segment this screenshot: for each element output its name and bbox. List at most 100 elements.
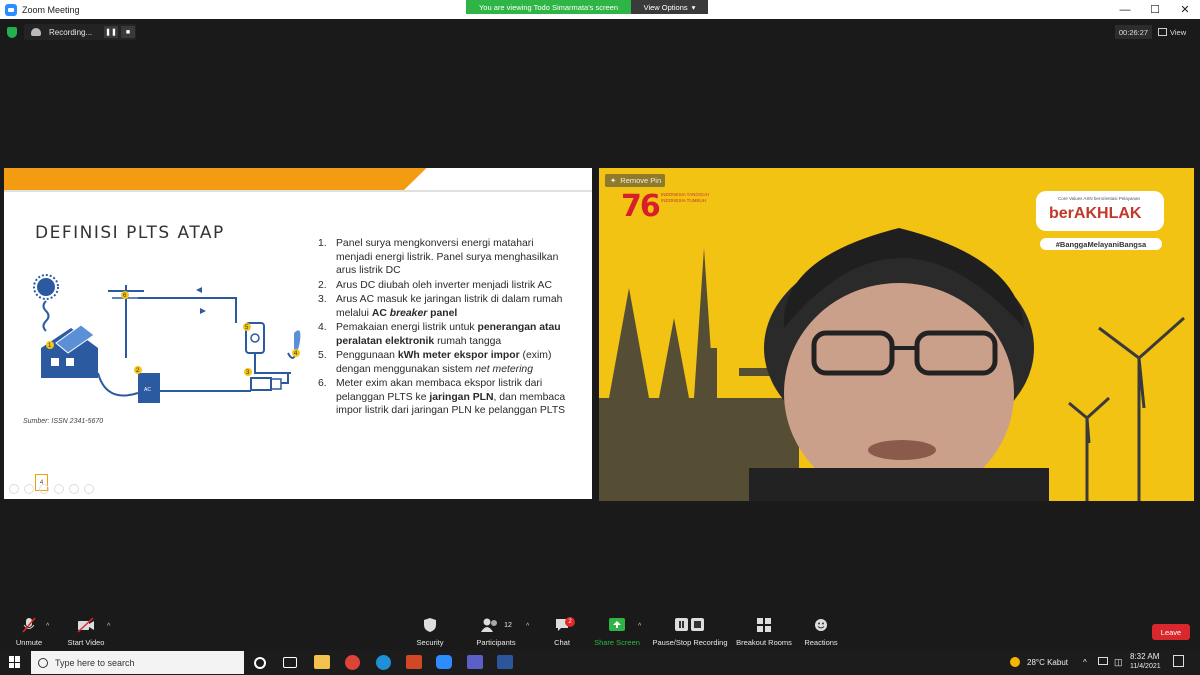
maximize-button[interactable]: ☐ bbox=[1140, 0, 1170, 19]
zoom-taskbar-icon[interactable] bbox=[436, 655, 452, 669]
encryption-shield-icon[interactable] bbox=[7, 27, 17, 38]
word-icon[interactable] bbox=[497, 655, 513, 669]
slide-bullet-list: 1. Panel surya mengkonversi energi matah… bbox=[318, 237, 568, 419]
slide-navigation-controls bbox=[9, 484, 94, 494]
start-video-button[interactable]: Start Video bbox=[46, 617, 126, 647]
arrow-left-icon bbox=[196, 287, 202, 293]
share-screen-button[interactable]: Share Screen bbox=[577, 617, 657, 647]
reactions-label: Reactions bbox=[804, 638, 838, 647]
view-options-button[interactable]: View Options ▾ bbox=[631, 0, 708, 14]
sun-icon bbox=[33, 274, 59, 332]
view-options-label: View Options bbox=[643, 2, 688, 12]
recording-label: Recording... bbox=[49, 27, 93, 37]
shared-screen-slide: DEFINISI PLTS ATAP AC 1 2 3 4 5 6 1. Pan… bbox=[4, 168, 592, 499]
smiley-icon bbox=[814, 617, 828, 633]
weather-icon[interactable] bbox=[1010, 657, 1020, 667]
microphone-muted-icon bbox=[22, 617, 36, 633]
zoom-icon[interactable] bbox=[69, 484, 79, 494]
security-label: Security bbox=[416, 638, 444, 647]
berakhlak-logo: berAKHLAK bbox=[1049, 205, 1142, 222]
network-icon[interactable]: ◫ bbox=[1114, 657, 1123, 668]
clock-time[interactable]: 8:32 AM bbox=[1130, 652, 1159, 661]
breakout-rooms-icon bbox=[757, 617, 771, 633]
list-item: 1. Panel surya mengkonversi energi matah… bbox=[318, 238, 559, 276]
share-screen-label: Share Screen bbox=[594, 638, 640, 647]
pen-icon[interactable] bbox=[39, 484, 49, 494]
cloud-recording-icon bbox=[31, 28, 41, 36]
list-item: 2. Arus DC diubah oleh inverter menjadi … bbox=[318, 279, 552, 291]
teams-icon[interactable] bbox=[467, 655, 483, 669]
file-explorer-icon[interactable] bbox=[314, 655, 330, 669]
cortana-icon[interactable] bbox=[254, 657, 266, 669]
participants-count: 12 bbox=[504, 621, 512, 629]
share-screen-icon bbox=[609, 617, 625, 633]
chrome-icon[interactable] bbox=[345, 655, 360, 670]
chat-label: Chat bbox=[554, 638, 570, 647]
search-placeholder: Type here to search bbox=[55, 657, 135, 668]
previous-slide-icon[interactable] bbox=[9, 484, 19, 494]
remove-pin-button[interactable]: ✦ Remove Pin bbox=[605, 174, 665, 187]
task-view-icon[interactable] bbox=[283, 657, 297, 668]
list-item: 6. Meter exim akan membaca ekspor listri… bbox=[318, 378, 566, 416]
grid-line bbox=[138, 297, 237, 323]
leave-button[interactable]: Leave bbox=[1152, 624, 1190, 640]
pin-icon: ✦ bbox=[610, 176, 617, 185]
view-label: View bbox=[1170, 27, 1187, 37]
zoom-app-icon bbox=[5, 3, 17, 16]
more-options-icon[interactable] bbox=[84, 484, 94, 494]
window-title: Zoom Meeting bbox=[22, 4, 80, 15]
edge-icon[interactable] bbox=[376, 655, 391, 670]
list-item: 4. Pemakaian energi listrik untuk penera… bbox=[318, 322, 561, 347]
inverter-text: AC bbox=[144, 387, 151, 393]
monitor-icon[interactable] bbox=[1098, 657, 1108, 665]
pause-stop-recording-button[interactable]: Pause/Stop Recording bbox=[650, 617, 730, 647]
powerpoint-icon[interactable] bbox=[406, 655, 422, 669]
anniversary-logo: 76 bbox=[621, 189, 661, 224]
search-icon bbox=[38, 657, 48, 668]
meeting-timer: 00:26:27 bbox=[1115, 25, 1152, 39]
minimize-button[interactable]: — bbox=[1110, 0, 1140, 19]
plts-diagram: AC 1 2 3 4 5 6 bbox=[33, 274, 301, 403]
pause-recording-button[interactable]: ❚❚ bbox=[104, 26, 118, 38]
inverter-icon: AC bbox=[138, 373, 160, 403]
camera-off-icon bbox=[77, 617, 95, 633]
taskbar-search-box[interactable]: Type here to search bbox=[31, 651, 244, 674]
weather-text[interactable]: 28°C Kabut bbox=[1027, 658, 1068, 667]
recording-indicator: Recording... ❚❚ ■ bbox=[24, 24, 136, 40]
reactions-button[interactable]: Reactions bbox=[781, 617, 861, 647]
slides-overview-icon[interactable] bbox=[54, 484, 64, 494]
list-item: 5. Penggunaan kWh meter ekspor impor (ex… bbox=[318, 350, 552, 375]
share-options-caret-icon[interactable]: ^ bbox=[638, 623, 641, 630]
hashtag-banner: #BanggaMelayaniBangsa bbox=[1040, 238, 1162, 250]
list-item: 3. Arus AC masuk ke jaringan listrik di … bbox=[318, 294, 563, 319]
slide-title: DEFINISI PLTS ATAP bbox=[35, 223, 225, 243]
berakhlak-subtitle: Core Values ASN berorientasi Pelayanan bbox=[1058, 196, 1140, 201]
anniversary-tagline: INDONESIA TANGGUH INDONESIA TUMBUH bbox=[661, 192, 709, 203]
next-slide-icon[interactable] bbox=[24, 484, 34, 494]
view-button[interactable]: View bbox=[1158, 25, 1186, 39]
remove-pin-label: Remove Pin bbox=[620, 176, 662, 185]
grid-view-icon bbox=[1158, 28, 1167, 36]
pause-stop-recording-label: Pause/Stop Recording bbox=[652, 638, 728, 647]
chat-unread-badge: 2 bbox=[565, 617, 575, 627]
participants-icon: 12 bbox=[480, 617, 512, 633]
participants-label: Participants bbox=[476, 638, 516, 647]
arrow-right-icon bbox=[200, 308, 206, 314]
close-window-button[interactable]: ✕ bbox=[1170, 0, 1200, 19]
chevron-down-icon: ▾ bbox=[691, 2, 696, 12]
viewing-screen-banner: You are viewing Todo Simarmata's screen bbox=[466, 0, 631, 14]
notifications-icon[interactable] bbox=[1173, 655, 1184, 667]
breaker-panel-icon bbox=[250, 377, 282, 391]
shield-icon bbox=[423, 617, 437, 633]
video-options-caret-icon[interactable]: ^ bbox=[107, 623, 110, 630]
pause-stop-icon bbox=[675, 617, 705, 633]
zoom-meeting-window: Zoom Meeting You are viewing Todo Simarm… bbox=[0, 0, 1200, 675]
house-icon bbox=[41, 324, 98, 378]
windows-start-icon[interactable] bbox=[9, 656, 21, 668]
clock-date[interactable]: 11/4/2021 bbox=[1130, 663, 1161, 670]
unmute-label: Unmute bbox=[15, 638, 43, 647]
start-video-label: Start Video bbox=[67, 638, 105, 647]
slide-source: Sumber: ISSN 2341-5670 bbox=[23, 418, 104, 425]
tray-overflow-icon[interactable]: ^ bbox=[1083, 658, 1087, 667]
stop-recording-button[interactable]: ■ bbox=[121, 26, 135, 38]
